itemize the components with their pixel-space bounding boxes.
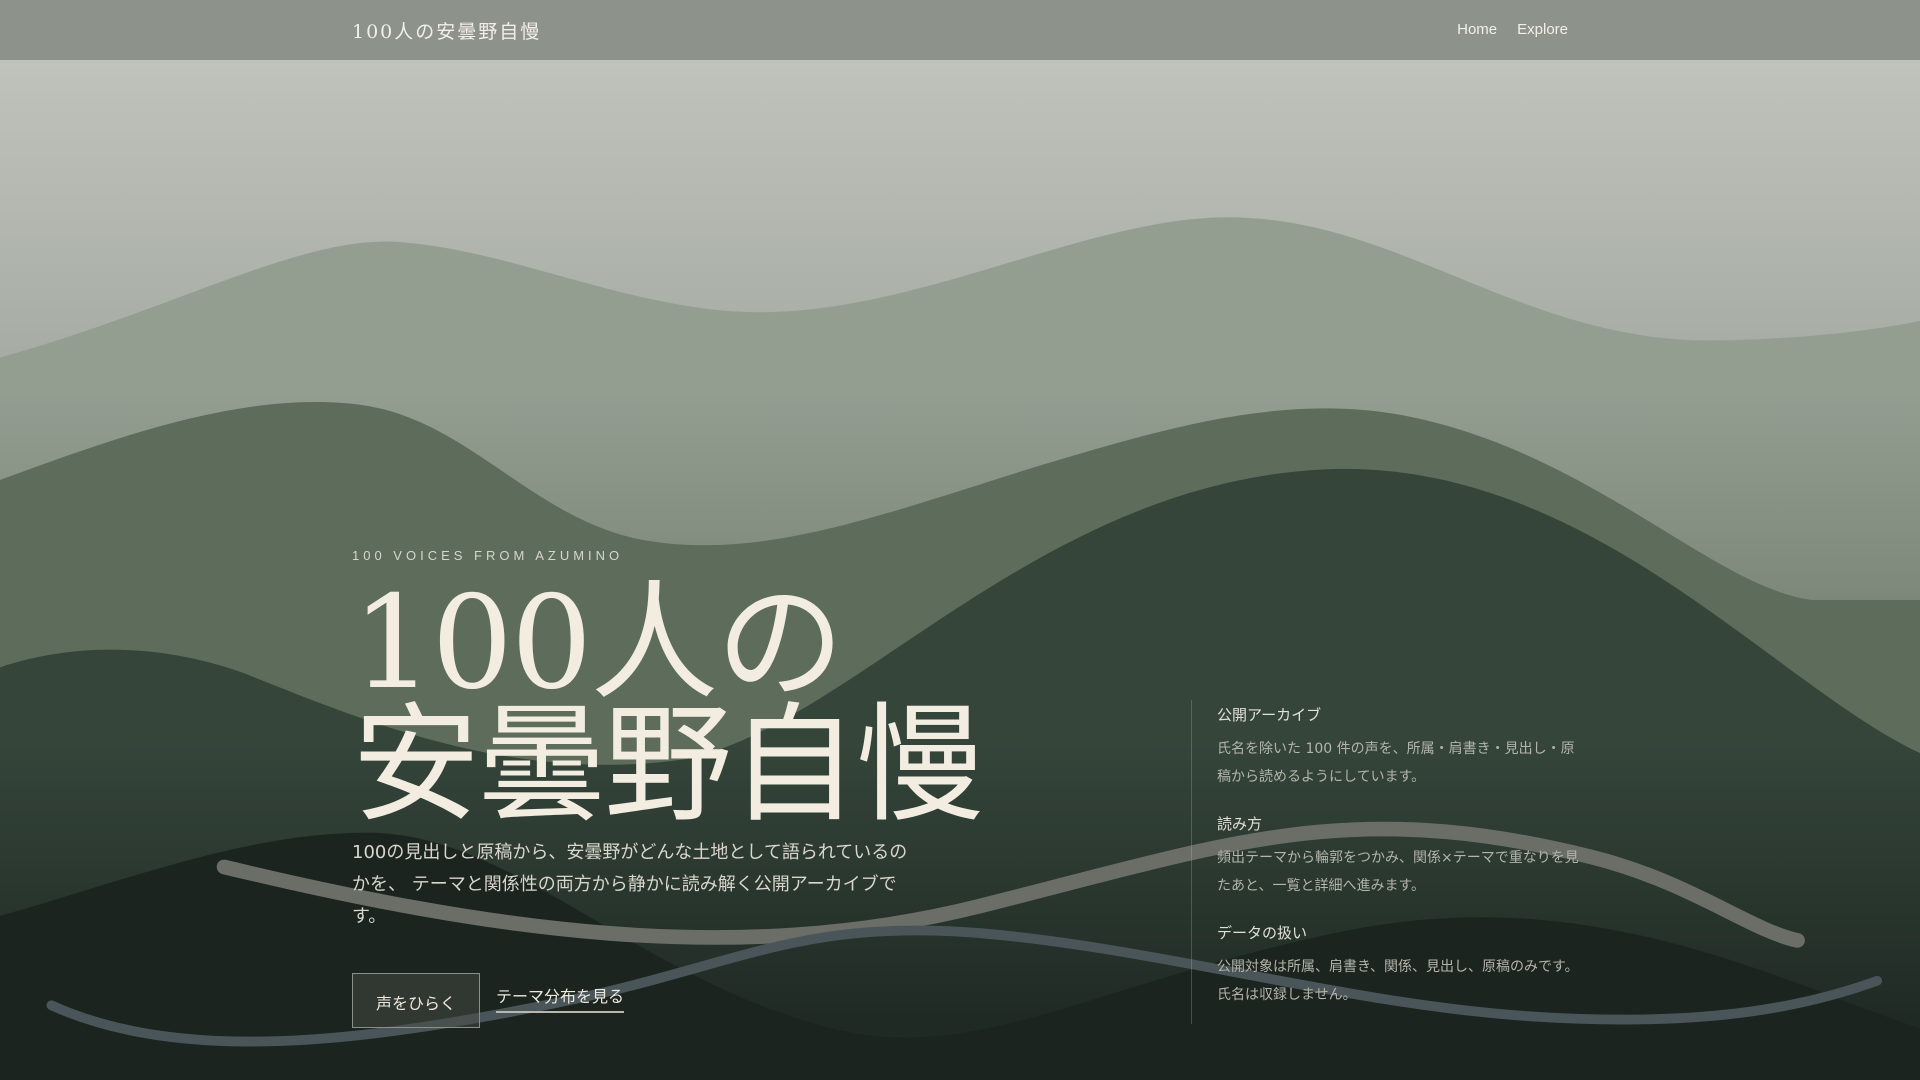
info-heading: 公開アーカイブ	[1217, 706, 1322, 724]
page-title: 100人の 安曇野自慢	[352, 580, 1052, 830]
title-line-2: 安曇野自慢	[352, 691, 984, 840]
main-nav: Home Explore	[1457, 21, 1568, 38]
hero: 100 VOICES FROM AZUMINO 100人の 安曇野自慢 100の見…	[352, 548, 1052, 1028]
open-voices-button[interactable]: 声をひらく	[352, 973, 481, 1028]
brand-logo[interactable]: 100人の安曇野自慢	[352, 17, 541, 44]
info-body: 公開対象は所属、肩書き、関係、見出し、原稿のみです。氏名は収録しません。	[1217, 959, 1579, 1003]
nav-explore[interactable]: Explore	[1517, 21, 1568, 38]
eyebrow: 100 VOICES FROM AZUMINO	[352, 548, 624, 563]
info-body: 氏名を除いた 100 件の声を、所属・肩書き・見出し・原稿から読めるようにしてい…	[1217, 741, 1575, 785]
info-panel: 公開アーカイブ 氏名を除いた 100 件の声を、所属・肩書き・見出し・原稿から読…	[1191, 700, 1581, 1024]
hero-actions: 声をひらく テーマ分布を見る	[352, 973, 1052, 1028]
info-heading: 読み方	[1217, 815, 1263, 833]
nav-home[interactable]: Home	[1457, 21, 1497, 38]
info-body: 頻出テーマから輪郭をつかみ、関係×テーマで重なりを見たあと、一覧と詳細へ進みます…	[1217, 850, 1579, 894]
theme-distribution-link[interactable]: テーマ分布を見る	[496, 983, 625, 1013]
info-heading: データの扱い	[1217, 924, 1308, 942]
lead-text: 100の見出しと原稿から、安曇野がどんな土地として語られているのかを、 テーマと…	[352, 842, 908, 927]
site-header: 100人の安曇野自慢 Home Explore	[0, 0, 1920, 60]
